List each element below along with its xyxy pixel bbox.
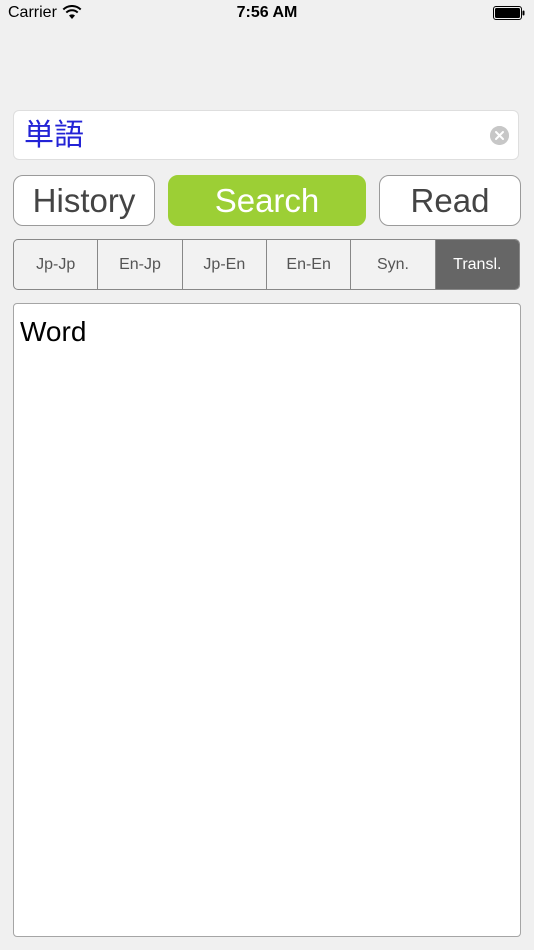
search-input-value: 単語 — [24, 118, 84, 153]
battery-icon — [493, 6, 525, 20]
dictionary-segmented-control: Jp-Jp En-Jp Jp-En En-En Syn. Transl. — [13, 239, 520, 290]
history-button[interactable]: History — [13, 175, 155, 226]
segment-jp-jp[interactable]: Jp-Jp — [14, 240, 99, 289]
segment-translate[interactable]: Transl. — [435, 240, 519, 289]
segment-en-jp[interactable]: En-Jp — [98, 240, 183, 289]
segment-en-en[interactable]: En-En — [267, 240, 352, 289]
status-bar: Carrier 7:56 AM — [0, 0, 534, 28]
clear-icon[interactable] — [490, 126, 509, 145]
segment-jp-en[interactable]: Jp-En — [183, 240, 267, 289]
search-input[interactable]: 単語 — [13, 110, 519, 160]
result-text-view[interactable]: Word — [13, 303, 521, 937]
clock: 7:56 AM — [236, 4, 298, 21]
search-button[interactable]: Search — [168, 175, 366, 226]
segment-synonyms[interactable]: Syn. — [351, 240, 436, 289]
result-text: Word — [20, 316, 87, 347]
read-button[interactable]: Read — [379, 175, 521, 226]
